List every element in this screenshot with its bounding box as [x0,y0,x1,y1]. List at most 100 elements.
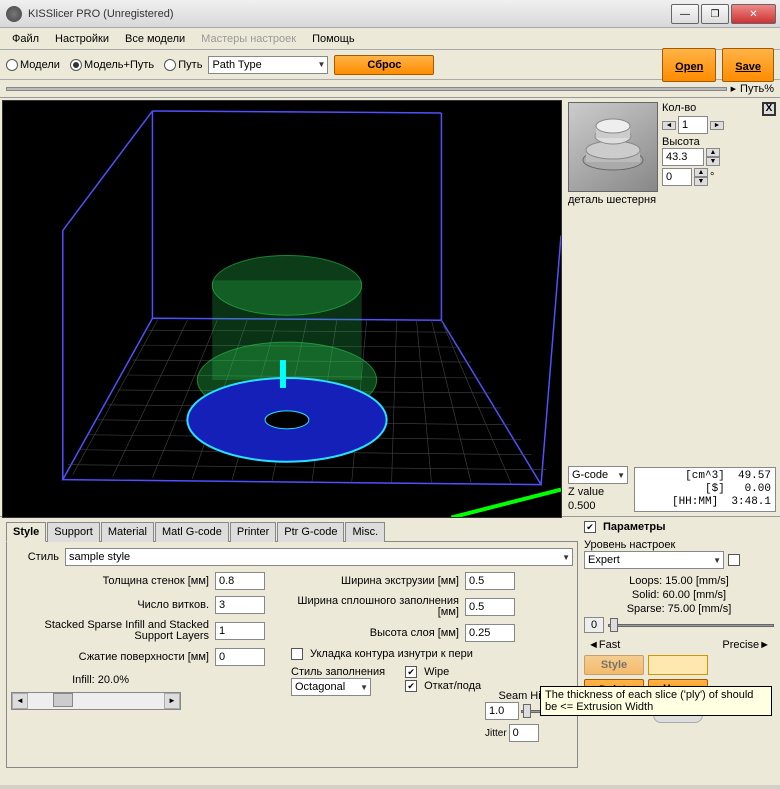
angle-unit: ° [710,171,714,183]
loops-input[interactable] [215,596,265,614]
toolbar: Модели Модель+Путь Путь Path Type Сброс … [0,50,780,80]
params-checkbox[interactable] [584,521,596,533]
surface-comp-label: Сжатие поверхности [мм] [11,651,211,663]
surface-comp-input[interactable] [215,648,265,666]
stacked-input[interactable] [215,622,265,640]
model-thumbnail[interactable] [568,102,658,192]
wipe-label: Wipe [424,666,449,678]
solid-stat: Solid: 60.00 [mm/s] [584,589,774,601]
path-slider-row: ▶ Путь% [0,80,780,98]
infill-slider[interactable]: ◄► [11,692,181,710]
layer-height-input[interactable] [465,624,515,642]
progress-indicator [648,655,708,675]
settings-tabs: Style Support Material Matl G-code Print… [6,521,578,542]
menubar: Файл Настройки Все модели Мастеры настро… [0,28,780,50]
level-label: Уровень настроек [584,539,774,551]
height-label: Высота [662,136,776,148]
gear-icon [578,112,648,182]
speed-zero: 0 [584,617,604,633]
tooltip-text: The thickness of each slice ('ply') of s… [545,689,753,713]
count-input[interactable] [678,116,708,134]
zvalue: 0.500 [568,500,628,512]
sparse-stat: Sparse: 75.00 [mm/s] [584,603,774,615]
speed-slider[interactable] [608,617,774,633]
zvalue-label: Z value [568,486,628,498]
seam-value-input[interactable] [485,702,519,720]
close-button[interactable]: ✕ [731,4,776,24]
angle-down[interactable]: ▼ [694,177,708,186]
wipe-checkbox[interactable] [405,666,417,678]
layer-height-label: Высота слоя [мм] [291,627,461,639]
fast-label: Fast [599,639,620,651]
level-extra-checkbox[interactable] [728,554,740,566]
model-name: деталь шестерня [568,194,776,206]
angle-up[interactable]: ▲ [694,168,708,177]
tab-misc[interactable]: Misc. [345,522,385,542]
loops-label: Число витков. [11,599,211,611]
viewport-canvas [3,101,561,518]
tab-support[interactable]: Support [47,522,100,542]
count-down[interactable]: ◄ [662,121,676,130]
solid-width-label: Ширина сплошного заполнения [мм] [291,596,461,618]
extrusion-width-input[interactable] [465,572,515,590]
menu-wizards: Мастеры настроек [195,31,302,47]
params-panel: Параметры Уровень настроек Expert Loops:… [584,521,774,781]
retract-label: Откат/пода [424,680,481,692]
path-type-value: Path Type [212,59,261,71]
retract-checkbox[interactable] [405,680,417,692]
tooltip: The thickness of each slice ('ply') of s… [540,686,772,716]
view-mode-radios: Модели Модель+Путь Путь [6,59,202,71]
minimize-button[interactable]: — [671,4,699,24]
right-panel: Кол-во X ◄ ► Высота ▲ ▼ [564,98,780,516]
stats-box: [cm^3] 49.57 [$] 0.00 [HH:MM] 3:48.1 [634,467,776,512]
open-button[interactable]: Open [662,48,716,82]
jitter-input[interactable] [509,724,539,742]
remove-model-button[interactable]: X [762,102,776,116]
radio-path-label: Путь [178,59,202,71]
infill-style-select[interactable]: Octagonal [291,678,371,696]
radio-models-label: Модели [20,59,60,71]
solid-width-input[interactable] [465,598,515,616]
height-down[interactable]: ▼ [706,157,720,166]
tab-ptr-gcode[interactable]: Ptr G-code [277,522,344,542]
menu-file[interactable]: Файл [6,31,45,47]
path-type-select[interactable]: Path Type [208,56,328,74]
angle-input[interactable] [662,168,692,186]
menu-all-models[interactable]: Все модели [119,31,191,47]
maximize-button[interactable]: ❐ [701,4,729,24]
infill-style-label: Стиль заполнения [291,666,385,678]
inside-out-checkbox[interactable] [291,648,303,660]
tab-printer[interactable]: Printer [230,522,276,542]
params-label: Параметры [603,521,665,533]
infill-label: Infill: 20.0% [11,674,131,686]
tab-matl-gcode[interactable]: Matl G-code [155,522,229,542]
style-select[interactable]: sample style [65,548,573,566]
count-up[interactable]: ► [710,121,724,130]
radio-model-path-label: Модель+Путь [84,59,154,71]
style-button[interactable]: Style [584,655,644,675]
tab-material[interactable]: Material [101,522,154,542]
inside-out-label: Укладка контура изнутри к пери [310,648,473,660]
titlebar: KISSlicer PRO (Unregistered) — ❐ ✕ [0,0,780,28]
radio-path[interactable] [164,59,176,71]
menu-help[interactable]: Помощь [306,31,361,47]
reset-button[interactable]: Сброс [334,55,434,75]
save-button[interactable]: Save [722,48,774,82]
extrusion-width-label: Ширина экструзии [мм] [291,575,461,587]
loops-stat: Loops: 15.00 [mm/s] [584,575,774,587]
wall-thickness-label: Толщина стенок [мм] [11,575,211,587]
level-select[interactable]: Expert [584,551,724,569]
height-up[interactable]: ▲ [706,148,720,157]
radio-model-path[interactable] [70,59,82,71]
menu-settings[interactable]: Настройки [49,31,115,47]
wall-thickness-input[interactable] [215,572,265,590]
precise-label: Precise [722,639,759,651]
height-input[interactable] [662,148,704,166]
radio-models[interactable] [6,59,18,71]
tab-style[interactable]: Style [6,522,46,542]
gcode-select[interactable]: G-code [568,466,628,484]
3d-viewport[interactable] [2,100,562,518]
path-slider[interactable] [6,87,727,91]
path-pct-label: Путь% [740,83,774,95]
style-label: Стиль [11,551,61,563]
